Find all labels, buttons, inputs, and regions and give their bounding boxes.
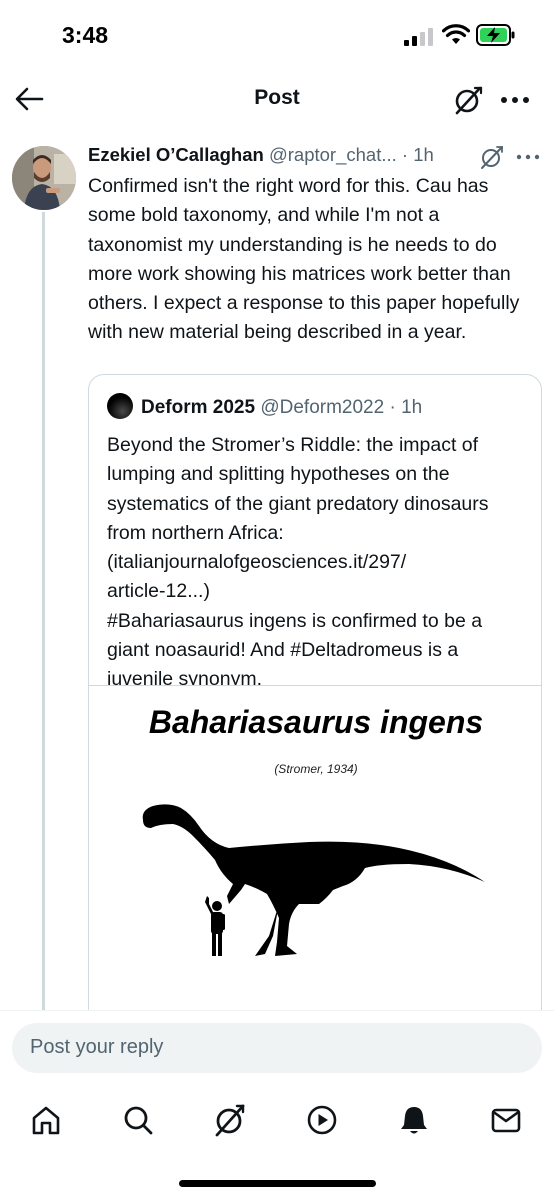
thread-line (42, 212, 45, 1012)
home-indicator (179, 1180, 376, 1187)
separator-dot: · (396, 144, 414, 165)
media-title: Bahariasaurus ingens (148, 704, 484, 740)
tweet-more-button[interactable] (514, 144, 542, 170)
quote-header: Deform 2025 @Deform2022 · 1h (107, 393, 422, 419)
messages-icon (491, 1108, 521, 1133)
status-bar: 3:48 (0, 0, 554, 70)
more-icon (516, 154, 540, 160)
separator-dot: · (384, 397, 402, 418)
status-time: 3:48 (62, 22, 109, 48)
tab-grok[interactable] (208, 1098, 252, 1142)
quote-text-line: article-12...) (107, 580, 210, 603)
quote-text-line: Beyond the Stromer’s Riddle: the impact … (107, 434, 489, 574)
tab-messages[interactable] (484, 1098, 528, 1142)
tab-notifications[interactable] (392, 1098, 436, 1142)
avatar-photo (12, 146, 76, 210)
video-icon (307, 1105, 337, 1135)
battery-charging-icon (476, 24, 515, 46)
more-icon (501, 97, 529, 103)
quote-media-image[interactable]: Bahariasaurus ingens (Stromer, 1934) (89, 685, 541, 1033)
avatar[interactable] (12, 146, 76, 210)
notifications-icon (401, 1107, 427, 1134)
home-icon (32, 1106, 60, 1135)
grok-icon (215, 1104, 245, 1137)
quote-avatar (107, 393, 133, 419)
quote-text: Beyond the Stromer’s Riddle: the impact … (107, 431, 527, 695)
dinosaur-silhouette (142, 804, 485, 956)
reply-bar: Post your reply (0, 1010, 554, 1090)
wifi-icon (442, 24, 470, 44)
author-handle[interactable]: @raptor_chat... (269, 144, 397, 165)
signal-icon (404, 28, 433, 46)
quote-text-line: #Bahariasaurus ingens is confirmed to be… (107, 609, 483, 691)
tab-search[interactable] (116, 1098, 160, 1142)
tweet-time[interactable]: 1h (413, 144, 434, 165)
tweet-header: Ezekiel O’Callaghan @raptor_chat... · 1h (88, 144, 542, 172)
tweet-text: Confirmed isn't the right word for this.… (88, 175, 520, 344)
grok-button[interactable] (450, 82, 486, 118)
search-icon (124, 1106, 153, 1135)
quote-author-handle: @Deform2022 (260, 397, 385, 418)
tab-video[interactable] (300, 1098, 344, 1142)
bottom-tab-bar (0, 1090, 554, 1150)
quoted-post[interactable]: Deform 2025 @Deform2022 · 1h Beyond the … (88, 374, 542, 1034)
more-options-button[interactable] (496, 82, 534, 118)
nav-bar: Post (0, 70, 554, 128)
quote-author-name: Deform 2025 (141, 397, 256, 418)
media-subtitle: (Stromer, 1934) (274, 762, 358, 776)
quote-time: 1h (401, 397, 423, 418)
grok-icon[interactable] (478, 144, 506, 170)
tab-home[interactable] (24, 1098, 68, 1142)
grok-icon (455, 86, 483, 115)
reply-input[interactable]: Post your reply (12, 1023, 542, 1073)
author-name[interactable]: Ezekiel O’Callaghan (88, 144, 264, 165)
